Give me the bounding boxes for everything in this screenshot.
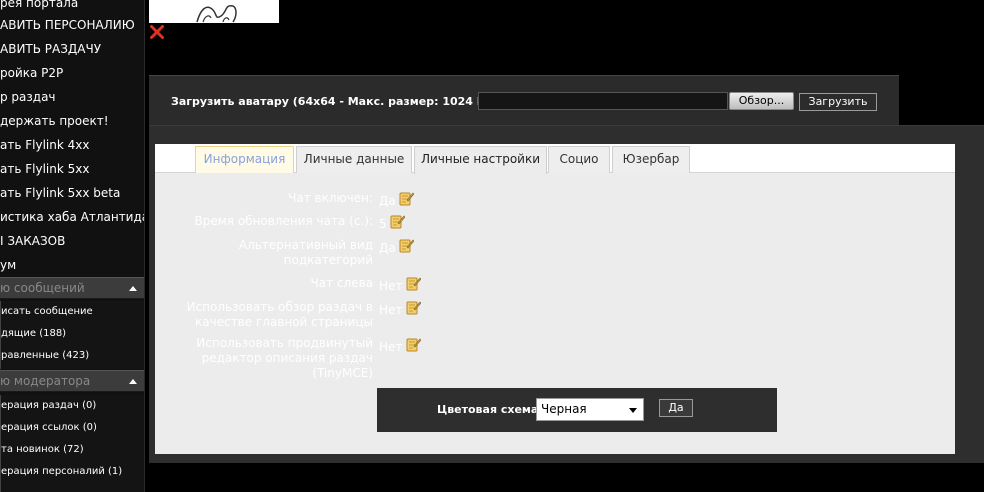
sidebar-item-count: (1) xyxy=(108,466,123,477)
sidebar-link-flylink-4xx[interactable]: ать Flylink 4xx xyxy=(0,134,89,156)
chevron-up-icon[interactable] xyxy=(129,286,137,291)
sidebar-link-forum[interactable]: ум xyxy=(0,254,16,276)
setting-label-chat-enabled: Чат включен: xyxy=(288,191,373,205)
chevron-down-icon xyxy=(629,408,637,413)
sidebar-item-count: (0) xyxy=(82,400,97,411)
tab-bar: Информация Личные данные Личные настройк… xyxy=(155,144,955,174)
sidebar-item-count: (423) xyxy=(62,350,90,361)
color-scheme-select[interactable]: Черная xyxy=(536,398,644,421)
color-scheme-label: Цветовая схема: xyxy=(437,403,543,416)
avatar xyxy=(149,0,279,23)
setting-value-chat-left: Нет xyxy=(379,279,403,293)
sidebar-link-hub-stats[interactable]: истика хаба Атлантида xyxy=(0,206,144,228)
avatar-drawing xyxy=(196,4,237,23)
setting-value-tinymce: Нет xyxy=(379,340,403,354)
sidebar-link-add-person[interactable]: АВИТЬ ПЕРСОНАЛИЮ xyxy=(0,14,135,36)
tab-personal-settings[interactable]: Личные настройки xyxy=(414,146,547,174)
sidebar-item-label: ерация раздач xyxy=(1,400,79,411)
sidebar-item-new-items-list[interactable]: та новинок (72) xyxy=(1,439,144,461)
sidebar-item-label: равленные xyxy=(1,350,60,361)
sidebar-item-count: (72) xyxy=(63,444,84,455)
tab-socio[interactable]: Социо xyxy=(548,146,610,173)
sidebar-messages-list: исать сообщение дящие (188) равленные (4… xyxy=(0,301,144,369)
sidebar-link-add-release[interactable]: АВИТЬ РАЗДАЧУ xyxy=(0,38,101,60)
sidebar: рея портала АВИТЬ ПЕРСОНАЛИЮ АВИТЬ РАЗДА… xyxy=(0,0,145,492)
setting-value-alt-subcategories: Да xyxy=(379,241,396,255)
sidebar-item-moderate-links[interactable]: ерация ссылок (0) xyxy=(1,417,144,439)
browse-button[interactable]: Обзор... xyxy=(729,92,794,110)
sidebar-link-portal-gallery[interactable]: рея портала xyxy=(0,0,78,14)
sidebar-item-label: исать сообщение xyxy=(1,306,93,317)
color-scheme-selected: Черная xyxy=(541,402,587,416)
settings-content: Информация Личные данные Личные настройк… xyxy=(155,144,955,454)
sidebar-item-moderate-persons[interactable]: ерация персоналий (1) xyxy=(1,461,144,483)
sidebar-item-label: ерация ссылок xyxy=(1,422,80,433)
sidebar-link-flylink-5xx[interactable]: ать Flylink 5xx xyxy=(0,158,89,180)
tab-userbar[interactable]: Юзербар xyxy=(612,146,690,173)
sidebar-section-messages-label: ю сообщений xyxy=(0,281,85,295)
sidebar-link-support-project[interactable]: держать проект! xyxy=(0,110,109,132)
color-scheme-submit-button[interactable]: Да xyxy=(659,399,693,417)
sidebar-section-moderator-label: ю модератора xyxy=(0,374,91,388)
setting-label-chat-refresh: Время обновления чата (с.): xyxy=(194,214,373,228)
sidebar-item-inbox[interactable]: дящие (188) xyxy=(1,323,144,345)
edit-note-icon[interactable] xyxy=(398,237,415,253)
sidebar-link-p2p-setup[interactable]: ройка P2P xyxy=(0,62,63,84)
sidebar-section-messages[interactable]: ю сообщений xyxy=(0,277,144,299)
sidebar-item-write-message[interactable]: исать сообщение xyxy=(1,301,144,323)
setting-label-tinymce: Использовать продвинутый редактор описан… xyxy=(196,336,373,380)
sidebar-item-label: та новинок xyxy=(1,444,60,455)
edit-note-icon[interactable] xyxy=(389,213,406,229)
edit-note-icon[interactable] xyxy=(405,299,422,315)
sidebar-item-sent[interactable]: равленные (423) xyxy=(1,345,144,367)
chevron-up-icon[interactable] xyxy=(129,379,137,384)
setting-label-alt-subcategories: Альтернативный вид подкатегорий xyxy=(238,238,373,267)
avatar-upload-panel: Загрузить аватару (64x64 - Макс. размер:… xyxy=(149,75,899,125)
avatar-upload-label: Загрузить аватару (64x64 - Макс. размер:… xyxy=(171,95,500,108)
sidebar-link-flylink-5xx-beta[interactable]: ать Flylink 5xx beta xyxy=(0,182,120,204)
setting-label-chat-left: Чат слева xyxy=(310,276,373,290)
close-icon[interactable] xyxy=(149,24,165,40)
sidebar-item-count: (188) xyxy=(39,328,67,339)
edit-note-icon[interactable] xyxy=(398,190,415,206)
tab-info[interactable]: Информация xyxy=(195,146,294,173)
sidebar-section-moderator[interactable]: ю модератора xyxy=(0,370,144,392)
sidebar-item-count: (0) xyxy=(82,422,97,433)
sidebar-item-moderate-releases[interactable]: ерация раздач (0) xyxy=(1,395,144,417)
setting-value-chat-enabled: Да xyxy=(379,194,396,208)
sidebar-link-release-filter[interactable]: р раздач xyxy=(0,86,56,108)
avatar-file-input[interactable] xyxy=(478,92,728,110)
settings-panel: Информация Личные данные Личные настройк… xyxy=(149,125,984,463)
setting-value-chat-refresh: 5 xyxy=(379,217,387,231)
color-scheme-panel: Цветовая схема: Черная Да xyxy=(377,388,777,432)
sidebar-link-orders[interactable]: I ЗАКАЗОВ xyxy=(0,230,65,252)
setting-value-browse-as-home: Нет xyxy=(379,303,403,317)
sidebar-moderator-list: ерация раздач (0) ерация ссылок (0) та н… xyxy=(0,395,144,492)
sidebar-item-label: дящие xyxy=(1,328,36,339)
upload-button[interactable]: Загрузить xyxy=(799,93,877,111)
sidebar-item-label: ерация персоналий xyxy=(1,466,105,477)
edit-note-icon[interactable] xyxy=(405,336,422,352)
edit-note-icon[interactable] xyxy=(405,275,422,291)
tab-personal-data[interactable]: Личные данные xyxy=(296,146,412,173)
setting-label-browse-as-home: Использовать обзор раздач в качестве гла… xyxy=(186,300,373,329)
